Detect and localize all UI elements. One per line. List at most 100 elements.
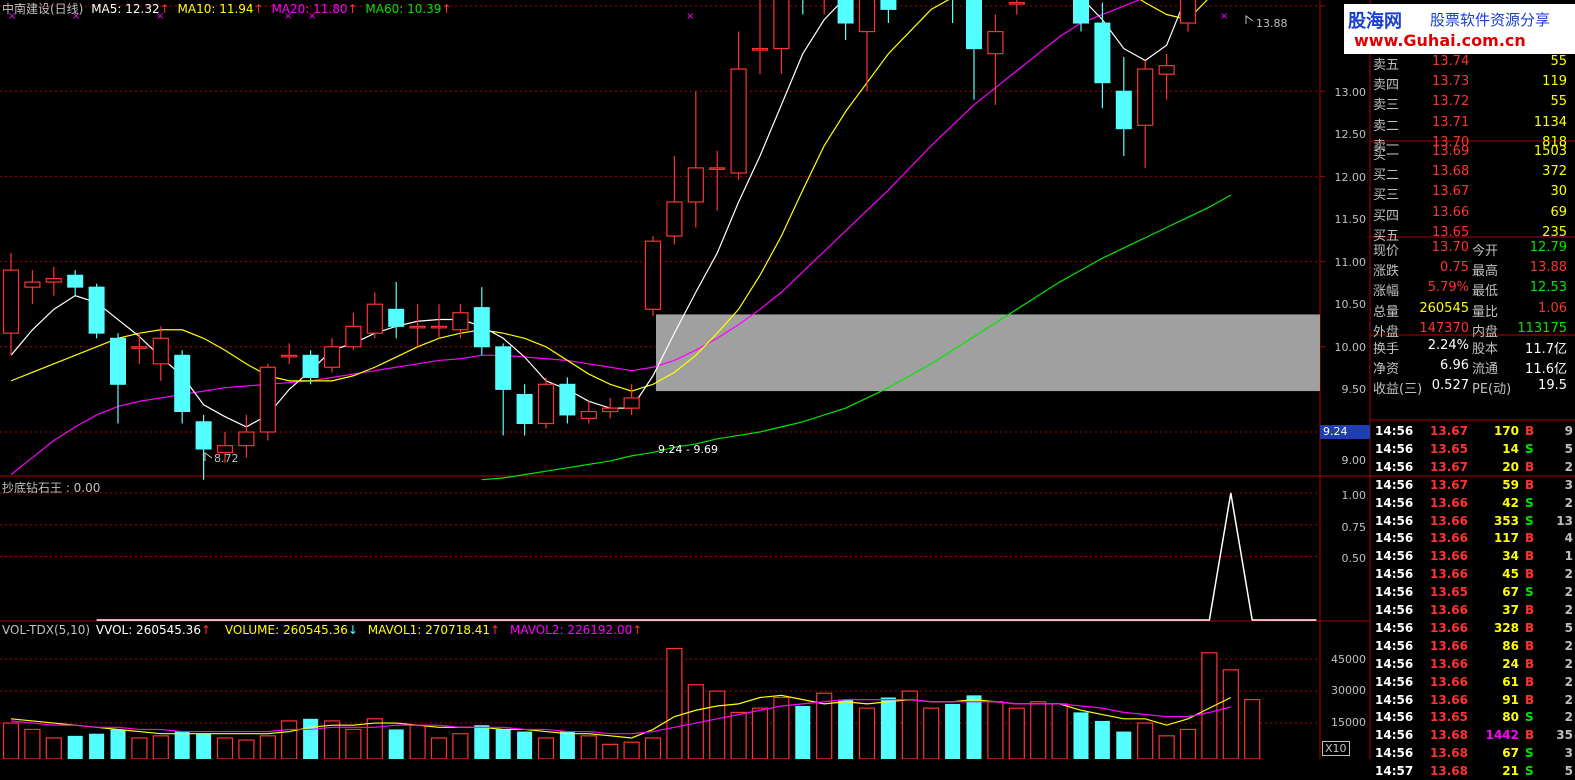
trade-side: S — [1525, 710, 1534, 725]
trade-row[interactable]: 14:56 13.66 45 B 2 — [1372, 565, 1575, 583]
volume-bar-up — [216, 737, 234, 759]
signal-marker-icon: × — [308, 11, 317, 22]
volume-bar-up — [2, 722, 20, 759]
volume-bar-up — [238, 739, 255, 759]
candle-body-down — [67, 274, 84, 288]
sell-order-volume: 119 — [1542, 74, 1567, 90]
trade-row[interactable]: 14:56 13.66 34 B 1 — [1372, 547, 1575, 565]
sell-order-row[interactable]: 卖三 13.72 55 — [1372, 92, 1575, 113]
sell-order-row[interactable]: 卖二 13.71 1134 — [1372, 113, 1575, 134]
buy-order-label: 买一 — [1373, 148, 1400, 163]
sell-order-row[interactable]: 卖五 13.74 55 — [1372, 52, 1575, 73]
candle-body-up — [2, 269, 20, 334]
signal-marker-icon: × — [284, 11, 293, 22]
trade-row[interactable]: 14:56 13.66 24 B 2 — [1372, 655, 1575, 673]
trade-time: 14:56 — [1375, 459, 1414, 474]
fundamental-label: 流通 — [1472, 362, 1499, 378]
volume-bar-down — [89, 733, 105, 759]
trade-row[interactable]: 14:56 13.66 353 S 13 — [1372, 512, 1575, 530]
volume-bar-up — [323, 720, 341, 759]
fundamental-label: 换手 — [1373, 342, 1400, 357]
volume-bar-up — [409, 724, 426, 759]
trade-volume: 61 — [1502, 674, 1519, 689]
trade-row[interactable]: 14:56 13.66 328 B 5 — [1372, 619, 1575, 637]
trade-row[interactable]: 14:56 13.66 42 S 2 — [1372, 494, 1575, 512]
volume-bar-up — [537, 737, 555, 759]
candle-body-down — [195, 421, 212, 450]
stat-label: 涨幅 — [1373, 284, 1400, 300]
volume-value: VOLUME: 260545.36 — [224, 623, 348, 637]
low-pointer-icon — [204, 452, 213, 461]
stat-label: 今开 — [1472, 244, 1499, 259]
buy-order-label: 买二 — [1373, 168, 1400, 184]
trade-price: 13.67 — [1430, 477, 1468, 492]
fundamental-value: 19.5 — [1538, 378, 1567, 394]
trade-price: 13.66 — [1430, 531, 1468, 546]
candle-body-down — [1073, 0, 1089, 24]
candlestick-chart[interactable] — [0, 0, 1575, 759]
trade-row[interactable]: 14:56 13.66 91 B 2 — [1372, 691, 1575, 709]
volume-bar-up — [901, 690, 918, 759]
volume-bar-up — [602, 743, 619, 759]
volume-bar-down — [1073, 712, 1089, 759]
guhai-logo: 股海网 股票软件资源分享 www.Guhai.com.cn — [1344, 4, 1575, 54]
volume-bar-down — [1116, 731, 1132, 759]
candle-body-down — [1115, 90, 1132, 130]
trade-row[interactable]: 14:56 13.68 67 S 3 — [1372, 744, 1575, 762]
buy-order-price: 13.67 — [1432, 184, 1470, 200]
buy-order-volume: 372 — [1542, 164, 1567, 180]
buy-order-price: 13.66 — [1432, 204, 1470, 220]
candle-body-down — [966, 0, 982, 50]
signal-marker-icon: × — [1220, 11, 1229, 22]
trade-time: 14:56 — [1375, 424, 1414, 438]
candle-body-up — [409, 325, 426, 329]
trade-volume: 1442 — [1485, 728, 1519, 743]
stat-label: 最低 — [1472, 284, 1499, 300]
trade-row[interactable]: 14:56 13.66 61 B 2 — [1372, 673, 1575, 691]
trade-row[interactable]: 14:56 13.68 1442 B 35 — [1372, 726, 1575, 744]
stat-value: 13.70 — [1431, 240, 1469, 255]
candle-body-down — [880, 0, 897, 10]
buy-order-label: 买三 — [1373, 188, 1400, 204]
candle-body-up — [858, 0, 876, 33]
sell-order-row[interactable]: 卖四 13.73 119 — [1372, 72, 1575, 93]
trade-volume: 24 — [1502, 656, 1519, 671]
volume-bar-up — [730, 711, 747, 759]
volume-bar-up — [1051, 703, 1068, 759]
volume-bar-down — [495, 729, 511, 759]
buy-order-row[interactable]: 买一 13.69 1503 — [1372, 142, 1575, 163]
volume-bar-down — [517, 731, 533, 759]
candle-body-up — [602, 407, 619, 413]
candle-body-up — [45, 278, 62, 283]
candle-body-down — [473, 307, 490, 348]
trade-row[interactable]: 14:56 13.67 170 B 9 — [1372, 422, 1575, 440]
volume-bar-up — [152, 735, 169, 759]
trade-row[interactable]: 14:56 13.65 67 S 2 — [1372, 583, 1575, 601]
trade-side: S — [1525, 585, 1534, 600]
buy-order-row[interactable]: 买三 13.67 30 — [1372, 182, 1575, 204]
fundamental-row: 换手 2.24% 股本 11.7亿 — [1372, 336, 1575, 357]
trade-count: 5 — [1564, 764, 1573, 779]
volume-bar-up — [345, 728, 362, 759]
volume-bar-up — [751, 707, 769, 759]
trade-row[interactable]: 14:56 13.65 14 S 5 — [1372, 440, 1575, 458]
trade-price: 13.66 — [1430, 692, 1468, 707]
trade-row[interactable]: 14:56 13.66 117 B 4 — [1372, 529, 1575, 547]
trade-row[interactable]: 14:56 13.67 20 B 2 — [1372, 458, 1575, 476]
trade-time: 14:56 — [1375, 513, 1414, 528]
trade-count: 2 — [1564, 692, 1573, 707]
trade-count: 3 — [1564, 477, 1573, 492]
price-axis-tick: 12.50 — [1334, 128, 1367, 141]
trade-row[interactable]: 14:56 13.66 86 B 2 — [1372, 637, 1575, 655]
stat-value: 5.79% — [1427, 280, 1469, 296]
buy-order-row[interactable]: 买二 13.68 372 — [1372, 162, 1575, 184]
trade-row[interactable]: 14:56 13.67 59 B 3 — [1372, 476, 1575, 494]
candle-body-up — [1158, 65, 1175, 75]
trade-row[interactable]: 14:56 13.66 37 B 2 — [1372, 601, 1575, 619]
volume-bar-down — [559, 731, 575, 759]
trade-row[interactable]: 14:56 13.65 80 S 2 — [1372, 708, 1575, 726]
trade-time: 14:56 — [1375, 746, 1414, 761]
vvol-value: VVOL: 260545.36 — [95, 623, 201, 637]
trade-row[interactable]: 14:57 13.68 21 S 5 — [1372, 762, 1575, 780]
buy-order-row[interactable]: 买四 13.66 69 — [1372, 203, 1575, 224]
